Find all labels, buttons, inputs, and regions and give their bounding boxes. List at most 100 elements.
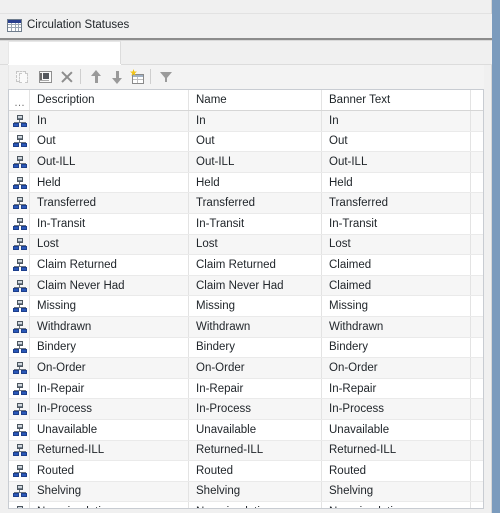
table-row[interactable]: Claim Never Had Claim Never Had Claimed bbox=[9, 275, 483, 297]
cell-description[interactable]: Bindery bbox=[29, 337, 189, 359]
cell-banner-text[interactable]: On-Order bbox=[321, 357, 471, 379]
cell-extra[interactable] bbox=[470, 213, 483, 235]
table-row[interactable]: Returned-ILL Returned-ILL Returned-ILL bbox=[9, 440, 483, 462]
column-header-name[interactable]: Name bbox=[188, 90, 322, 111]
cell-banner-text[interactable]: Routed bbox=[321, 460, 471, 482]
cell-description[interactable]: On-Order bbox=[29, 357, 189, 379]
cell-extra[interactable] bbox=[470, 234, 483, 256]
column-header-extra[interactable] bbox=[470, 90, 483, 111]
cell-banner-text[interactable]: Shelving bbox=[321, 481, 471, 503]
cell-description[interactable]: Claim Returned bbox=[29, 254, 189, 276]
cell-description[interactable]: Held bbox=[29, 172, 189, 194]
table-row[interactable]: Non-circulatingNon-circulatingNon-circul… bbox=[9, 501, 483, 508]
cell-extra[interactable] bbox=[470, 192, 483, 214]
cell-extra[interactable] bbox=[470, 501, 483, 508]
cell-name[interactable]: Withdrawn bbox=[188, 316, 322, 338]
cell-extra[interactable] bbox=[470, 357, 483, 379]
cell-name[interactable]: On-Order bbox=[188, 357, 322, 379]
column-header-banner-text[interactable]: Banner Text bbox=[321, 90, 471, 111]
cell-description[interactable]: Lost bbox=[29, 234, 189, 256]
cell-name[interactable]: Bindery bbox=[188, 337, 322, 359]
cell-banner-text[interactable]: Unavailable bbox=[321, 419, 471, 441]
move-down-button[interactable] bbox=[108, 68, 126, 86]
table-row[interactable]: Routed Routed Routed bbox=[9, 460, 483, 482]
table-row[interactable]: Out-ILL Out-ILL Out-ILL bbox=[9, 151, 483, 173]
cell-banner-text[interactable]: In bbox=[321, 110, 471, 132]
cell-description[interactable]: Shelving bbox=[29, 481, 189, 503]
cell-name[interactable]: In bbox=[188, 110, 322, 132]
column-header-description[interactable]: Description bbox=[29, 90, 189, 111]
circulation-statuses-grid[interactable]: … Description Name Banner Text In In In … bbox=[8, 89, 484, 509]
cell-extra[interactable] bbox=[470, 419, 483, 441]
cell-description[interactable]: Unavailable bbox=[29, 419, 189, 441]
cell-name[interactable]: Missing bbox=[188, 295, 322, 317]
edit-button[interactable] bbox=[36, 68, 54, 86]
new-record-button[interactable] bbox=[128, 68, 146, 86]
cell-extra[interactable] bbox=[470, 316, 483, 338]
table-row[interactable]: In In In bbox=[9, 110, 483, 132]
table-row[interactable]: In-Repair In-Repair In-Repair bbox=[9, 378, 483, 400]
cell-name[interactable]: Claim Never Had bbox=[188, 275, 322, 297]
cell-banner-text[interactable]: Out-ILL bbox=[321, 151, 471, 173]
cell-name[interactable]: Out-ILL bbox=[188, 151, 322, 173]
cell-description[interactable]: In-Transit bbox=[29, 213, 189, 235]
cell-extra[interactable] bbox=[470, 275, 483, 297]
cell-description[interactable]: Missing bbox=[29, 295, 189, 317]
cell-name[interactable]: Non-circulating bbox=[188, 501, 322, 508]
cell-banner-text[interactable]: Returned-ILL bbox=[321, 440, 471, 462]
cell-name[interactable]: In-Process bbox=[188, 398, 322, 420]
cell-extra[interactable] bbox=[470, 337, 483, 359]
table-row[interactable]: Shelving Shelving Shelving bbox=[9, 481, 483, 503]
cell-name[interactable]: Shelving bbox=[188, 481, 322, 503]
table-row[interactable]: Withdrawn Withdrawn Withdrawn bbox=[9, 316, 483, 338]
cell-name[interactable]: Returned-ILL bbox=[188, 440, 322, 462]
table-row[interactable]: In-Process In-Process In-Process bbox=[9, 398, 483, 420]
cell-extra[interactable] bbox=[470, 151, 483, 173]
cell-description[interactable]: Withdrawn bbox=[29, 316, 189, 338]
column-header-icon[interactable]: … bbox=[9, 90, 30, 111]
cell-name[interactable]: In-Repair bbox=[188, 378, 322, 400]
table-row[interactable]: In-Transit In-Transit In-Transit bbox=[9, 213, 483, 235]
table-row[interactable]: Out Out Out bbox=[9, 131, 483, 153]
cell-name[interactable]: Transferred bbox=[188, 192, 322, 214]
cell-name[interactable]: Held bbox=[188, 172, 322, 194]
cell-banner-text[interactable]: Lost bbox=[321, 234, 471, 256]
cell-description[interactable]: Returned-ILL bbox=[29, 440, 189, 462]
cell-name[interactable]: Unavailable bbox=[188, 419, 322, 441]
cell-description[interactable]: Routed bbox=[29, 460, 189, 482]
table-row[interactable]: Bindery Bindery Bindery bbox=[9, 337, 483, 359]
cell-banner-text[interactable]: Out bbox=[321, 131, 471, 153]
cell-extra[interactable] bbox=[470, 398, 483, 420]
cell-banner-text[interactable]: Claimed bbox=[321, 275, 471, 297]
cell-extra[interactable] bbox=[470, 131, 483, 153]
filter-button[interactable] bbox=[157, 68, 175, 86]
table-row[interactable]: Transferred Transferred Transferred bbox=[9, 192, 483, 214]
cell-extra[interactable] bbox=[470, 110, 483, 132]
move-up-button[interactable] bbox=[87, 68, 105, 86]
cell-description[interactable]: In bbox=[29, 110, 189, 132]
cell-name[interactable]: In-Transit bbox=[188, 213, 322, 235]
cell-banner-text[interactable]: Claimed bbox=[321, 254, 471, 276]
cell-description[interactable]: Out bbox=[29, 131, 189, 153]
cell-banner-text[interactable]: In-Transit bbox=[321, 213, 471, 235]
cell-name[interactable]: Out bbox=[188, 131, 322, 153]
cell-extra[interactable] bbox=[470, 172, 483, 194]
cell-extra[interactable] bbox=[470, 440, 483, 462]
cell-extra[interactable] bbox=[470, 481, 483, 503]
cell-extra[interactable] bbox=[470, 460, 483, 482]
table-row[interactable]: Lost Lost Lost bbox=[9, 234, 483, 256]
cell-description[interactable]: In-Process bbox=[29, 398, 189, 420]
cell-banner-text[interactable]: Transferred bbox=[321, 192, 471, 214]
cell-name[interactable]: Claim Returned bbox=[188, 254, 322, 276]
cell-banner-text[interactable]: In-Repair bbox=[321, 378, 471, 400]
cell-description[interactable]: Non-circulating bbox=[29, 501, 189, 508]
cell-banner-text[interactable]: Missing bbox=[321, 295, 471, 317]
cell-extra[interactable] bbox=[470, 295, 483, 317]
cell-banner-text[interactable]: In-Process bbox=[321, 398, 471, 420]
table-row[interactable]: Claim Returned Claim Returned Claimed bbox=[9, 254, 483, 276]
cell-banner-text[interactable]: Held bbox=[321, 172, 471, 194]
tab-circulation-statuses[interactable] bbox=[8, 41, 121, 65]
table-row[interactable]: On-Order On-Order On-Order bbox=[9, 357, 483, 379]
delete-button[interactable] bbox=[58, 68, 76, 86]
cell-description[interactable]: Out-ILL bbox=[29, 151, 189, 173]
